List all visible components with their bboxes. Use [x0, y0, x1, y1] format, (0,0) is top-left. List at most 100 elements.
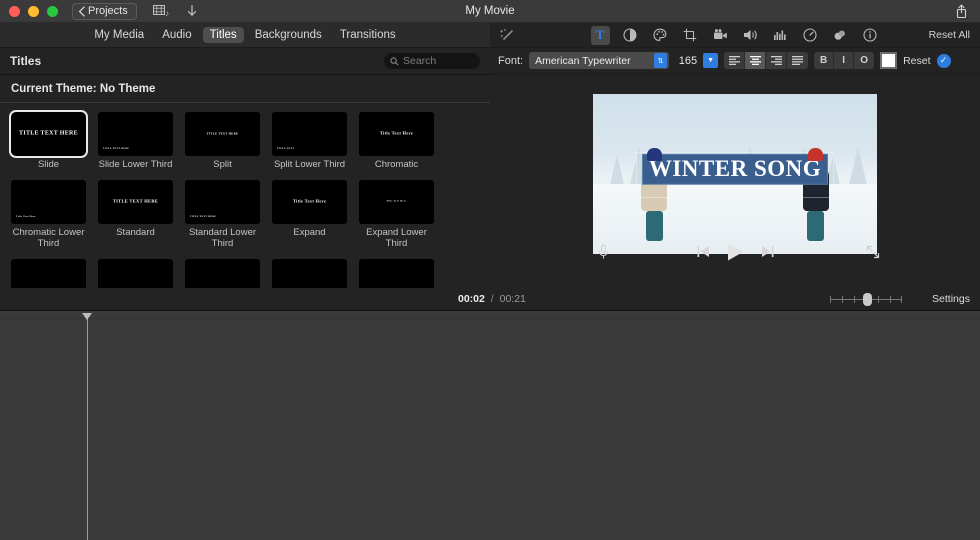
close-button[interactable]: [9, 5, 20, 17]
microphone-icon[interactable]: [598, 243, 609, 265]
total-time: 00:21: [499, 293, 526, 305]
align-right-button[interactable]: [766, 52, 788, 69]
expand-arrows-icon[interactable]: [866, 245, 880, 264]
font-label: Font:: [498, 54, 524, 67]
color-balance-icon[interactable]: [621, 26, 640, 45]
equalizer-icon[interactable]: [771, 26, 790, 45]
checkmark-icon[interactable]: ✓: [936, 53, 951, 68]
timecode-display: 00:02 / 00:21: [458, 293, 526, 305]
title-style-cell[interactable]: Title Text Here Expand Lower Third: [359, 179, 434, 250]
title-style-sample-text: TITLE TEXT: [277, 147, 295, 151]
font-toolbar: Font: American Typewriter ⇅ 165 ▼ B I O …: [490, 48, 980, 74]
title-style-cell[interactable]: TITLE TEXT HERE Slide Lower Third: [98, 112, 173, 171]
svg-text:♪: ♪: [165, 9, 169, 18]
status-bar: 00:02 / 00:21 Settings: [0, 288, 980, 311]
title-style-label: Slide Lower Third: [98, 159, 173, 170]
title-style-thumbnail: TITLE TEXT HERE: [11, 112, 86, 156]
minimize-button[interactable]: [28, 5, 39, 17]
crop-icon[interactable]: [681, 26, 700, 45]
stabilization-icon[interactable]: [711, 26, 730, 45]
tab-titles[interactable]: Titles: [202, 27, 244, 43]
volume-icon[interactable]: [741, 26, 760, 45]
skip-previous-icon[interactable]: [697, 245, 710, 263]
tab-transitions[interactable]: Transitions: [333, 27, 403, 43]
title-style-cell[interactable]: Title Text Here Chromatic: [359, 112, 434, 171]
title-style-sample-text: Title Text Here: [292, 198, 327, 204]
title-style-label: Expand Lower Third: [366, 226, 427, 249]
title-style-thumbnail: Title Text Here: [272, 179, 347, 224]
align-center-button[interactable]: [745, 52, 767, 69]
timeline-zoom-slider[interactable]: [830, 292, 902, 306]
title-style-sample-text: Title Text Here: [16, 215, 36, 219]
title-style-sample-text: Title Text Here: [386, 199, 407, 203]
text-alignment-group: [724, 52, 809, 69]
title-style-thumbnail: TITLE TEXT HERE: [98, 179, 173, 224]
title-tool-icon[interactable]: T: [590, 25, 610, 45]
info-icon[interactable]: [861, 26, 880, 45]
text-color-swatch[interactable]: [880, 52, 898, 69]
title-style-sample-text: Title Text Here: [379, 130, 414, 136]
tab-audio[interactable]: Audio: [155, 27, 198, 43]
font-family-value: American Typewriter: [535, 54, 631, 67]
title-styles-grid[interactable]: TITLE TEXT HERE Slide TITLE TEXT HERE Slide…: [0, 103, 490, 310]
zoom-slider-knob[interactable]: [863, 292, 872, 306]
window-title: My Movie: [465, 5, 515, 17]
viewer-stage: WINTER SONG: [490, 74, 980, 274]
title-style-sample-text: TITLE TEXT HERE: [206, 131, 239, 136]
browser-tabbar: My Media Audio Titles Backgrounds Transi…: [0, 23, 490, 48]
align-left-button[interactable]: [724, 52, 746, 69]
media-library-icon[interactable]: ♪: [152, 4, 170, 18]
window-controls: [0, 5, 58, 17]
imovie-window: Projects ♪ My Movie My Media Audio Title…: [0, 0, 980, 540]
title-style-thumbnail: TITLE TEXT: [272, 112, 347, 156]
title-style-label: Slide: [37, 159, 60, 170]
tab-backgrounds[interactable]: Backgrounds: [248, 27, 329, 43]
reset-all-button[interactable]: Reset All: [929, 29, 970, 41]
tab-my-media[interactable]: My Media: [87, 27, 151, 43]
timeline-ruler[interactable]: [0, 311, 980, 319]
title-style-sample-text: TITLE TEXT HERE: [112, 198, 159, 204]
title-overlay[interactable]: WINTER SONG: [593, 154, 877, 184]
title-style-cell[interactable]: Title Text Here Expand: [272, 179, 347, 250]
chevron-left-icon: [78, 5, 85, 17]
bold-button[interactable]: B: [814, 52, 835, 69]
play-icon[interactable]: [727, 243, 744, 266]
italic-button[interactable]: I: [834, 52, 855, 69]
font-family-select[interactable]: American Typewriter ⇅: [529, 52, 670, 69]
share-icon[interactable]: [955, 4, 968, 19]
title-style-cell[interactable]: Title Text Here Chromatic Lower Third: [11, 179, 86, 250]
video-preview[interactable]: WINTER SONG: [593, 94, 877, 254]
title-style-thumbnail: TITLE TEXT HERE: [98, 112, 173, 156]
text-style-group: B I O: [814, 52, 875, 69]
timeline-panel[interactable]: 4.0s – WINTER S…: [0, 311, 980, 540]
speed-icon[interactable]: [801, 26, 820, 45]
title-style-cell[interactable]: TITLE TEXT HERE Standard: [98, 179, 173, 250]
font-size-dropdown[interactable]: ▼: [703, 53, 719, 68]
title-style-cell[interactable]: TITLE TEXT HERE Standard Lower Third: [185, 179, 260, 250]
reset-button[interactable]: Reset: [903, 55, 930, 67]
title-style-cell[interactable]: TITLE TEXT HERE Split: [185, 112, 260, 171]
title-style-cell[interactable]: TITLE TEXT HERE Slide: [11, 112, 86, 171]
title-style-label: Chromatic: [374, 159, 419, 170]
search-icon: [390, 56, 399, 65]
outline-button[interactable]: O: [854, 52, 874, 69]
import-download-icon[interactable]: [186, 4, 198, 18]
viewer-panel: T Reset All Font: American Typewriter ⇅ …: [490, 23, 980, 311]
current-time: 00:02: [458, 293, 485, 305]
maximize-button[interactable]: [47, 5, 58, 17]
back-to-projects-button[interactable]: Projects: [72, 2, 137, 20]
playhead[interactable]: [82, 313, 92, 540]
search-placeholder: Search: [403, 55, 437, 67]
title-style-thumbnail: Title Text Here: [11, 179, 86, 224]
font-size-value: 165: [678, 54, 698, 67]
title-style-sample-text: TITLE TEXT HERE: [190, 215, 217, 219]
skip-next-icon[interactable]: [761, 245, 774, 263]
color-correction-icon[interactable]: [651, 26, 670, 45]
filters-icon[interactable]: [831, 26, 850, 45]
title-style-cell[interactable]: TITLE TEXT Split Lower Third: [272, 112, 347, 171]
browser-title: Titles: [10, 54, 42, 68]
title-style-label: Standard Lower Third: [188, 226, 257, 249]
settings-button[interactable]: Settings: [932, 293, 970, 305]
search-input[interactable]: Search: [384, 53, 480, 69]
align-justify-button[interactable]: [787, 52, 808, 69]
